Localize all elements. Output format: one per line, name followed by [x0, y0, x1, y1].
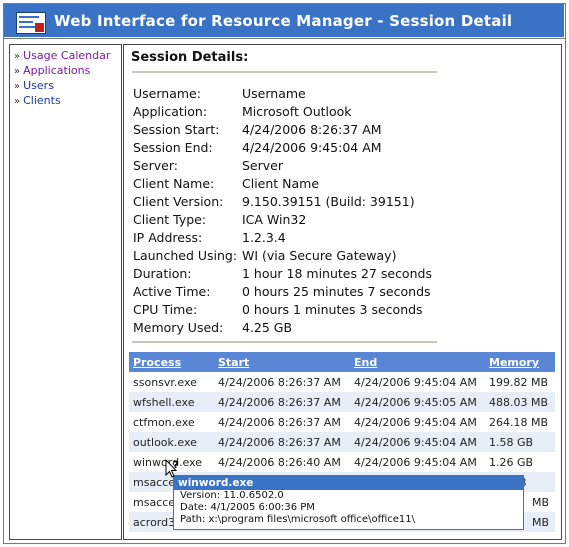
sidebar-item-clients[interactable]: » Clients — [14, 94, 121, 109]
resource-manager-logo-icon — [16, 12, 46, 34]
table-row[interactable]: ssonsvr.exe 4/24/2006 8:26:37 AM 4/24/2006… — [129, 372, 555, 392]
sidebar-item-label[interactable]: Clients — [23, 94, 61, 107]
detail-row-cpu-time: CPU Time: 0 hours 1 minutes 3 seconds — [133, 302, 423, 317]
column-header-end[interactable]: End — [354, 356, 377, 369]
detail-row-memory-used: Memory Used: 4.25 GB — [133, 320, 293, 335]
divider — [132, 341, 437, 343]
tooltip-date: Date: 4/1/2005 6:00:36 PM — [180, 502, 315, 513]
window-title: Web Interface for Resource Manager - Ses… — [54, 12, 513, 30]
sidebar-item-usage-calendar[interactable]: » Usage Calendar — [14, 49, 121, 64]
double-chevron-icon: » — [14, 66, 21, 77]
detail-row-session-end: Session End: 4/24/2006 9:45:04 AM — [133, 140, 382, 155]
detail-row-application: Application: Microsoft Outlook — [133, 104, 352, 119]
detail-row-username: Username: Username — [133, 86, 306, 101]
sidebar-item-label[interactable]: Applications — [23, 64, 90, 77]
detail-row-client-version: Client Version: 9.150.39151 (Build: 39151… — [133, 194, 415, 209]
main-content: Session Details: Username: Username Appli… — [123, 44, 562, 540]
sidebar-item-applications[interactable]: » Applications — [14, 64, 121, 79]
detail-row-client-name: Client Name: Client Name — [133, 176, 320, 191]
detail-row-ip-address: IP Address: 1.2.3.4 — [133, 230, 286, 245]
table-row[interactable]: wfshell.exe 4/24/2006 8:26:37 AM 4/24/2006… — [129, 392, 555, 412]
tooltip-title: winword.exe — [174, 476, 523, 490]
sidebar-item-users[interactable]: » Users — [14, 79, 121, 94]
table-row[interactable]: outlook.exe 4/24/2006 8:26:37 AM 4/24/2006… — [129, 432, 555, 452]
help-cursor-icon: ? — [165, 459, 179, 478]
sidebar: » Usage Calendar » Applications » Users » Cl… — [9, 44, 122, 540]
page-title: Session Details: — [131, 50, 249, 65]
process-tooltip: winword.exe Version: 11.0.6502.0 Date: 4… — [173, 475, 524, 530]
detail-row-launched-using: Launched Using: WI (via Secure Gateway) — [133, 248, 397, 263]
sidebar-item-label[interactable]: Users — [23, 79, 54, 92]
column-header-start[interactable]: Start — [218, 356, 249, 369]
detail-row-client-type: Client Type: ICA Win32 — [133, 212, 307, 227]
detail-row-session-start: Session Start: 4/24/2006 8:26:37 AM — [133, 122, 382, 137]
session-details: Username: Username Application: Microsoft … — [133, 85, 432, 337]
table-header: Process Start End Memory — [129, 352, 555, 372]
double-chevron-icon: » — [14, 81, 21, 92]
table-row[interactable]: ctfmon.exe 4/24/2006 8:26:37 AM 4/24/2006 … — [129, 412, 555, 432]
title-bar: Web Interface for Resource Manager - Ses… — [4, 4, 564, 37]
detail-row-active-time: Active Time: 0 hours 25 minutes 7 seconds — [133, 284, 431, 299]
double-chevron-icon: » — [14, 96, 21, 107]
divider — [132, 71, 437, 73]
double-chevron-icon: » — [14, 51, 21, 62]
detail-row-server: Server: Server — [133, 158, 283, 173]
table-row[interactable]: winword.exe4/24/2006 8:26:40 AM4/24/2006… — [129, 452, 555, 472]
sidebar-item-label[interactable]: Usage Calendar — [23, 49, 110, 62]
sidebar-nav: » Usage Calendar » Applications » Users » Cl… — [10, 45, 121, 109]
column-header-memory[interactable]: Memory — [489, 356, 539, 369]
tooltip-version: Version: 11.0.6502.0 — [180, 490, 284, 501]
divider — [4, 38, 565, 39]
column-header-process[interactable]: Process — [133, 356, 181, 369]
detail-row-duration: Duration: 1 hour 18 minutes 27 seconds — [133, 266, 432, 281]
svg-text:?: ? — [173, 460, 179, 471]
tooltip-path: Path: x:\program files\microsoft office\… — [180, 514, 415, 525]
